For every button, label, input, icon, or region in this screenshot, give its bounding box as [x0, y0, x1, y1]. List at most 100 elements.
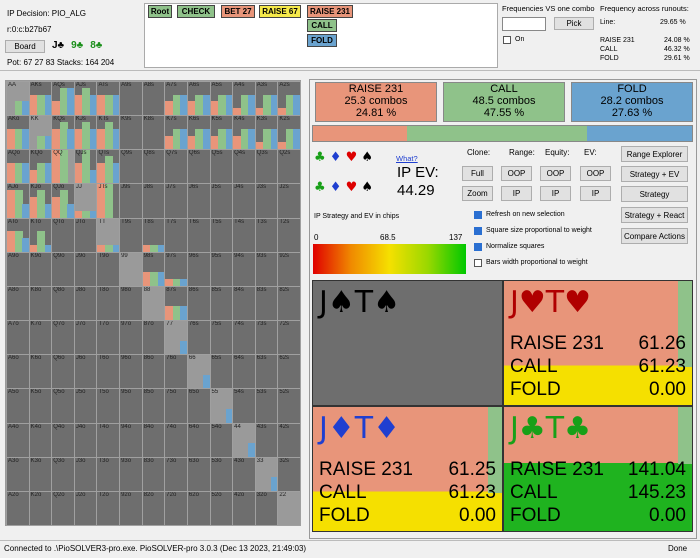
hand-cell-ajo[interactable]: AJo [6, 183, 30, 219]
pick-button[interactable]: Pick [554, 17, 594, 30]
hand-cell-j5s[interactable]: J5s [209, 183, 234, 219]
hand-cell-k5o[interactable]: K5o [28, 388, 53, 424]
hand-cell-j4o[interactable]: J4o [73, 422, 98, 458]
hand-cell-84s[interactable]: 84s [232, 285, 256, 322]
hand-cell-99[interactable]: 99 [119, 251, 143, 287]
summary-fold[interactable]: FOLD 28.2 combos 27.63 % [571, 82, 693, 122]
hand-cell-kts[interactable]: KTs [96, 115, 121, 151]
hand-cell-t5o[interactable]: T5o [96, 388, 121, 424]
range-matrix[interactable]: AA AKs AQs AJs ATs A9s A8s A7s A6s A5s A4s A3s A2s AK… [5, 80, 301, 526]
hand-cell-94s[interactable]: 94s [232, 251, 256, 287]
hand-cell-ato[interactable]: ATo [6, 217, 30, 253]
hand-cell-t2o[interactable]: T2o [96, 490, 121, 526]
hand-cell-42s[interactable]: 42s [277, 422, 301, 458]
hand-cell-q6s[interactable]: Q6s [186, 149, 211, 185]
hand-cell-q7s[interactable]: Q7s [164, 149, 188, 185]
hand-cell-k7o[interactable]: K7o [28, 320, 53, 356]
tree-call[interactable]: CALL [307, 19, 337, 32]
hand-cell-j8s[interactable]: J8s [141, 183, 166, 219]
hand-cell-q5o[interactable]: Q5o [51, 388, 75, 424]
spade-icon[interactable]: ♠ [361, 150, 373, 165]
hand-cell-87o[interactable]: 87o [141, 320, 166, 356]
hand-cell-75s[interactable]: 75s [209, 320, 234, 356]
hand-cell-q4o[interactable]: Q4o [51, 422, 75, 458]
suit-filter-row-2[interactable]: ♣ ♦ ♥ ♠ [314, 180, 373, 195]
hand-cell-83s[interactable]: 83s [254, 285, 279, 322]
hand-cell-92s[interactable]: 92s [277, 251, 301, 287]
hand-cell-83o[interactable]: 83o [141, 456, 166, 492]
hand-cell-86o[interactable]: 86o [141, 354, 166, 390]
what-link[interactable]: What? [396, 154, 418, 163]
hand-cell-84o[interactable]: 84o [141, 422, 166, 458]
hand-cell-a9s[interactable]: A9s [119, 81, 143, 117]
tree-raise-67[interactable]: RAISE 67 [259, 5, 301, 18]
hand-cell-22[interactable]: 22 [277, 490, 301, 526]
hand-cell-jj[interactable]: JJ [73, 183, 98, 219]
hand-cell-kjs[interactable]: KJs [73, 115, 98, 151]
range-oop-button[interactable]: OOP [501, 166, 532, 181]
equity-oop-button[interactable]: OOP [540, 166, 571, 181]
hand-cell-86s[interactable]: 86s [186, 285, 211, 322]
hand-cell-a8o[interactable]: A8o [6, 285, 30, 322]
hand-cell-jts[interactable]: JTs [96, 183, 121, 219]
hand-cell-88[interactable]: 88 [141, 285, 166, 322]
hand-cell-kjo[interactable]: KJo [28, 183, 53, 219]
hand-cell-k3o[interactable]: K3o [28, 456, 53, 492]
hand-cell-32s[interactable]: 32s [277, 456, 301, 492]
hand-cell-52o[interactable]: 52o [209, 490, 234, 526]
hand-cell-73o[interactable]: 73o [164, 456, 188, 492]
hand-cell-54o[interactable]: 54o [209, 422, 234, 458]
hand-cell-96o[interactable]: 96o [119, 354, 143, 390]
board-button[interactable]: Board [5, 40, 45, 53]
hand-cell-a9o[interactable]: A9o [6, 251, 30, 287]
diamond-icon[interactable]: ♦ [330, 150, 342, 165]
ev-ip-button[interactable]: IP [580, 186, 611, 201]
hand-cell-qjo[interactable]: QJo [51, 183, 75, 219]
hand-cell-q2o[interactable]: Q2o [51, 490, 75, 526]
spade-icon[interactable]: ♠ [361, 180, 373, 195]
club-icon[interactable]: ♣ [314, 180, 326, 195]
hand-cell-63s[interactable]: 63s [254, 354, 279, 390]
normalize-checkbox[interactable] [474, 243, 482, 251]
hand-cell-q9o[interactable]: Q9o [51, 251, 75, 287]
suit-filter-row-1[interactable]: ♣ ♦ ♥ ♠ [314, 150, 373, 165]
combo-card-diamonds[interactable]: J♦T♦ RAISE 231 61.25 CALL 61.23 FOLD 0.00 [312, 406, 503, 532]
hand-cell-ajs[interactable]: AJs [73, 81, 98, 117]
diamond-icon[interactable]: ♦ [330, 180, 342, 195]
hand-cell-72o[interactable]: 72o [164, 490, 188, 526]
hand-cell-q3s[interactable]: Q3s [254, 149, 279, 185]
hand-cell-a5s[interactable]: A5s [209, 81, 234, 117]
hand-cell-94o[interactable]: 94o [119, 422, 143, 458]
hand-cell-98s[interactable]: 98s [141, 251, 166, 287]
hand-cell-a7s[interactable]: A7s [164, 81, 188, 117]
hand-cell-55[interactable]: 55 [209, 388, 234, 424]
hand-cell-76s[interactable]: 76s [186, 320, 211, 356]
clone-zoom-button[interactable]: Zoom [462, 186, 493, 201]
hand-cell-76o[interactable]: 76o [164, 354, 188, 390]
hand-cell-k2o[interactable]: K2o [28, 490, 53, 526]
hand-cell-92o[interactable]: 92o [119, 490, 143, 526]
hand-cell-65s[interactable]: 65s [209, 354, 234, 390]
hand-cell-93o[interactable]: 93o [119, 456, 143, 492]
strategy-button[interactable]: Strategy [621, 186, 688, 202]
hand-cell-q2s[interactable]: Q2s [277, 149, 301, 185]
range-explorer-button[interactable]: Range Explorer [621, 146, 688, 162]
hand-cell-j6o[interactable]: J6o [73, 354, 98, 390]
hand-cell-32o[interactable]: 32o [254, 490, 279, 526]
hand-cell-a6o[interactable]: A6o [6, 354, 30, 390]
hand-cell-62s[interactable]: 62s [277, 354, 301, 390]
hand-cell-a4o[interactable]: A4o [6, 422, 30, 458]
clone-full-button[interactable]: Full [462, 166, 493, 181]
hand-cell-q6o[interactable]: Q6o [51, 354, 75, 390]
hand-cell-t8o[interactable]: T8o [96, 285, 121, 322]
hand-cell-aa[interactable]: AA [6, 81, 30, 117]
hand-cell-82o[interactable]: 82o [141, 490, 166, 526]
hand-cell-j3o[interactable]: J3o [73, 456, 98, 492]
hand-cell-aqo[interactable]: AQo [6, 149, 30, 185]
hand-cell-a3o[interactable]: A3o [6, 456, 30, 492]
hand-cell-j9s[interactable]: J9s [119, 183, 143, 219]
hand-cell-j8o[interactable]: J8o [73, 285, 98, 322]
hand-cell-j3s[interactable]: J3s [254, 183, 279, 219]
hand-cell-qts[interactable]: QTs [96, 149, 121, 185]
combo-card-clubs[interactable]: J♣T♣ RAISE 231 141.04 CALL 145.23 FOLD 0.00 [503, 406, 693, 532]
